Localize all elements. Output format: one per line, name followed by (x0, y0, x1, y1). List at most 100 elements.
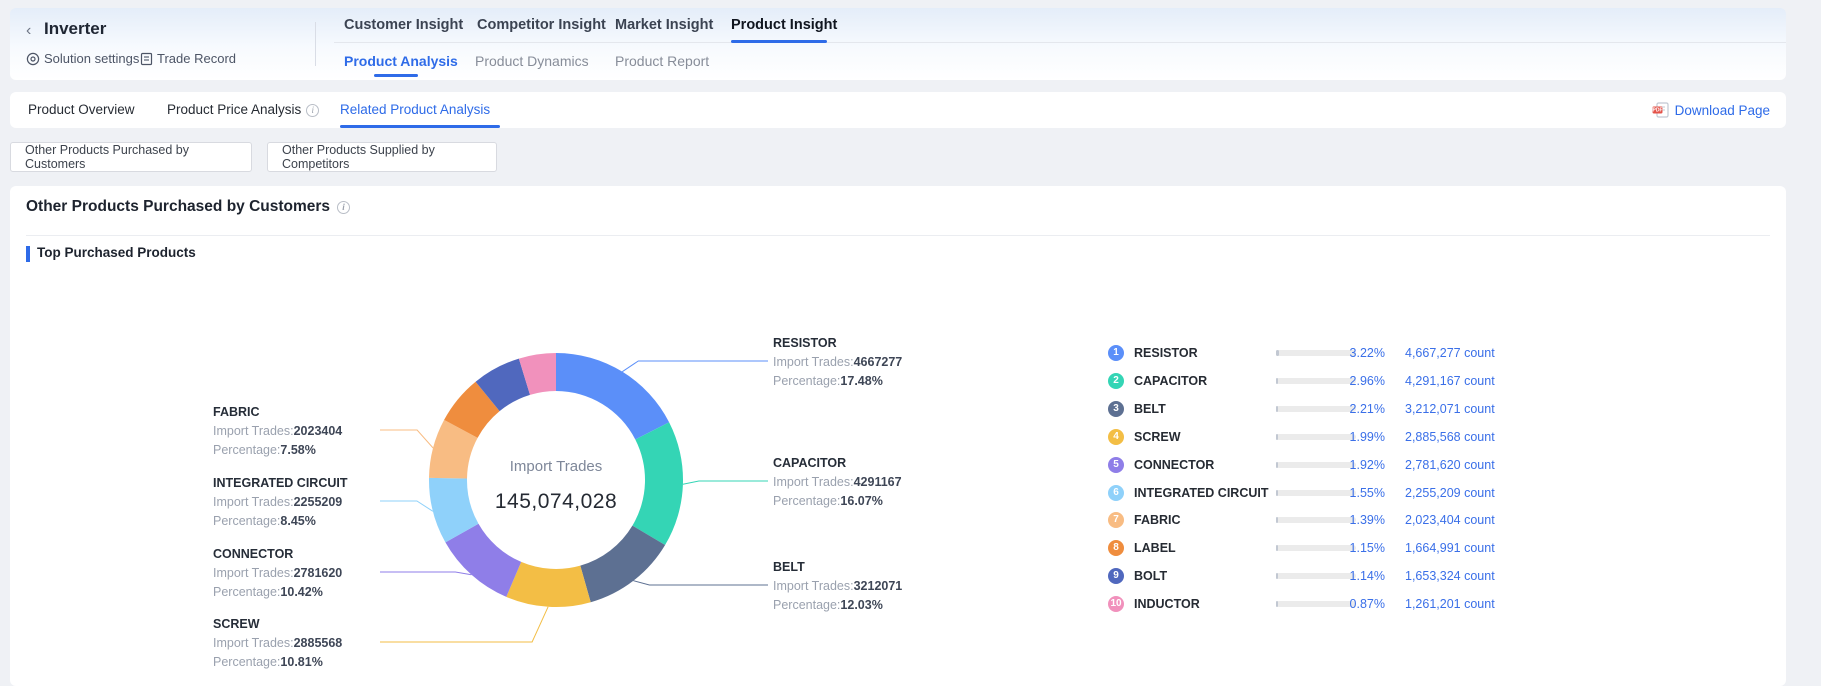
product-name: BOLT (1134, 569, 1167, 583)
pdf-file-icon: PDF (1652, 102, 1669, 118)
page-title: Inverter (44, 19, 106, 39)
subtab-product-dynamics[interactable]: Product Dynamics (475, 53, 589, 69)
count-value: 1,261,201 count (1405, 597, 1495, 611)
callout-product-name: BELT (773, 558, 973, 577)
filter-supplied-by-competitors-button[interactable]: Other Products Supplied by Competitors (267, 142, 497, 172)
ranking-row-bolt[interactable]: 9 BOLT 1.14% 1,653,324 count (1108, 567, 1668, 585)
callout-product-name: FABRIC (213, 403, 413, 422)
callout-product-name: INTEGRATED CIRCUIT (213, 474, 413, 493)
progress-bar-fill (1276, 462, 1278, 468)
rank-badge: 10 (1108, 596, 1124, 612)
ranking-row-screw[interactable]: 4SCREW1.99%2,885,568 count (1108, 428, 1668, 446)
tab-product-overview[interactable]: Product Overview (28, 92, 135, 128)
percentage-value: 1.15% (1315, 541, 1385, 555)
tab-product-insight[interactable]: Product Insight (731, 17, 837, 33)
rank-badge: 2 (1108, 373, 1124, 389)
ranking-row-connector[interactable]: 5CONNECTOR1.92%2,781,620 count (1108, 456, 1668, 474)
trade-record-button[interactable]: Trade Record (140, 51, 236, 66)
solution-settings-icon (26, 52, 40, 66)
ranking-row-fabric[interactable]: 7FABRIC1.39%2,023,404 count (1108, 511, 1668, 529)
tab-customer-insight[interactable]: Customer Insight (344, 17, 463, 33)
filter-purchased-by-customers-button[interactable]: Other Products Purchased by Customers (10, 142, 252, 172)
callout-percentage: Percentage:8.45% (213, 512, 413, 531)
percentage-value: 1.39% (1315, 513, 1385, 527)
donut-callout-screw: SCREWImport Trades:2885568Percentage:10.… (213, 615, 413, 672)
callout-percentage: Percentage:16.07% (773, 492, 973, 511)
percentage-value: 1.14% (1315, 569, 1385, 583)
ranking-row-belt[interactable]: 3 BELT 2.21% 3,212,071 count (1108, 400, 1668, 418)
rank-badge: 7 (1108, 512, 1124, 528)
ranking-row-integrated-circuit[interactable]: 6INTEGRATED CIRCUIT1.55%2,255,209 count (1108, 484, 1668, 502)
callout-import-trades: Import Trades:2885568 (213, 634, 413, 653)
ranking-row-label[interactable]: 8LABEL1.15%1,664,991 count (1108, 539, 1668, 557)
rank-badge: 3 (1108, 401, 1124, 417)
rank-badge: 1 (1108, 345, 1124, 361)
download-page-label: Download Page (1675, 103, 1770, 118)
rank-badge: 9 (1108, 568, 1124, 584)
progress-bar-fill (1276, 350, 1279, 356)
ranking-row-capacitor[interactable]: 2CAPACITOR2.96%4,291,167 count (1108, 372, 1668, 390)
progress-bar-fill (1276, 378, 1278, 384)
progress-bar-fill (1276, 545, 1278, 551)
ranking-row-inductor[interactable]: 10INDUCTOR0.87%1,261,201 count (1108, 595, 1668, 613)
active-toolbar-underline (340, 125, 500, 128)
callout-leader-line (633, 581, 768, 585)
progress-bar-fill (1276, 573, 1278, 579)
callout-import-trades: Import Trades:3212071 (773, 577, 973, 596)
active-tab-underline (731, 40, 827, 43)
donut-segment-screw[interactable] (506, 562, 590, 607)
svg-text:PDF: PDF (1652, 108, 1662, 114)
product-name: BELT (1134, 402, 1166, 416)
back-chevron-icon[interactable]: ‹ (26, 22, 31, 40)
callout-percentage: Percentage:17.48% (773, 372, 973, 391)
trade-record-label: Trade Record (157, 51, 236, 66)
donut-callout-connector: CONNECTORImport Trades:2781620Percentage… (213, 545, 413, 602)
subtab-product-report[interactable]: Product Report (615, 53, 709, 69)
donut-callout-resistor: RESISTORImport Trades:4667277Percentage:… (773, 334, 973, 391)
progress-bar-fill (1276, 490, 1278, 496)
product-name: LABEL (1134, 541, 1176, 555)
product-name: INTEGRATED CIRCUIT (1134, 486, 1269, 500)
callout-percentage: Percentage:12.03% (773, 596, 973, 615)
donut-segment-resistor[interactable] (556, 353, 669, 440)
tabs-divider (334, 42, 1786, 43)
callout-percentage: Percentage:7.58% (213, 441, 413, 460)
percentage-value: 2.21% (1315, 402, 1385, 416)
callout-product-name: CONNECTOR (213, 545, 413, 564)
analysis-toolbar: Product Overview Product Price Analysis … (10, 92, 1786, 128)
tab-market-insight[interactable]: Market Insight (615, 17, 713, 33)
count-value: 2,781,620 count (1405, 458, 1495, 472)
header-divider (315, 22, 316, 66)
tab-product-price-analysis[interactable]: Product Price Analysis i (167, 92, 319, 128)
count-value: 3,212,071 count (1405, 402, 1495, 416)
donut-center-label: Import Trades (456, 458, 656, 475)
callout-percentage: Percentage:10.81% (213, 653, 413, 672)
donut-callout-integrated-circuit: INTEGRATED CIRCUITImport Trades:2255209P… (213, 474, 413, 531)
count-value: 1,653,324 count (1405, 569, 1495, 583)
product-name: INDUCTOR (1134, 597, 1200, 611)
info-icon[interactable]: i (306, 104, 319, 117)
tab-related-product-analysis[interactable]: Related Product Analysis (340, 92, 490, 128)
rank-badge: 8 (1108, 540, 1124, 556)
donut-segment-capacitor[interactable] (632, 422, 683, 545)
callout-percentage: Percentage:10.42% (213, 583, 413, 602)
progress-bar-fill (1276, 406, 1278, 412)
progress-bar-fill (1276, 601, 1278, 607)
product-name: RESISTOR (1134, 346, 1198, 360)
callout-import-trades: Import Trades:2781620 (213, 564, 413, 583)
download-page-button[interactable]: PDF Download Page (1652, 92, 1770, 128)
tab-competitor-insight[interactable]: Competitor Insight (477, 17, 606, 33)
product-name: CONNECTOR (1134, 458, 1214, 472)
donut-callout-fabric: FABRICImport Trades:2023404Percentage:7.… (213, 403, 413, 460)
active-subtab-underline (374, 74, 418, 77)
subtab-product-analysis[interactable]: Product Analysis (344, 53, 458, 69)
trade-record-icon (140, 52, 153, 66)
callout-product-name: RESISTOR (773, 334, 973, 353)
rank-badge: 6 (1108, 485, 1124, 501)
rank-badge: 4 (1108, 429, 1124, 445)
rank-badge: 5 (1108, 457, 1124, 473)
percentage-value: 1.55% (1315, 486, 1385, 500)
solution-settings-button[interactable]: Solution settings (26, 51, 139, 66)
percentage-value: 3.22% (1315, 346, 1385, 360)
ranking-row-resistor[interactable]: 1RESISTOR3.22%4,667,277 count (1108, 344, 1668, 362)
